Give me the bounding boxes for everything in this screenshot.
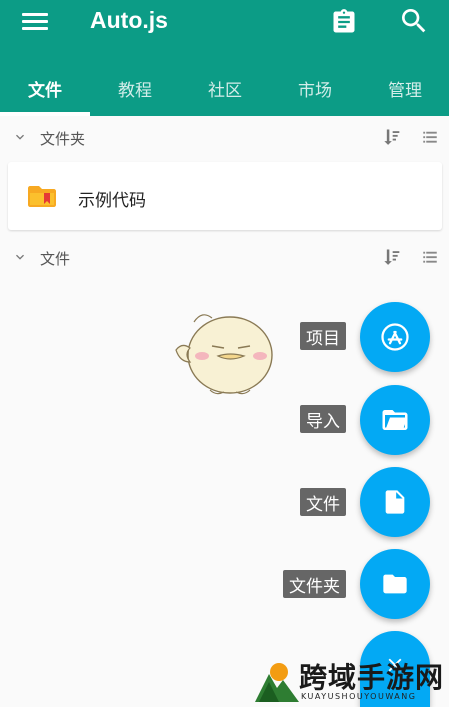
folder-open-icon (382, 410, 408, 430)
app-store-icon (381, 323, 409, 351)
fab-label-folder[interactable]: 文件夹 (283, 570, 346, 598)
chevron-down-icon[interactable] (12, 129, 28, 145)
folders-section-label: 文件夹 (40, 130, 86, 148)
menu-icon[interactable] (22, 9, 48, 35)
tab-manage[interactable]: 管理 (360, 60, 449, 116)
files-section-header[interactable]: 文件 (0, 237, 449, 277)
fab-label-file[interactable]: 文件 (300, 488, 346, 516)
tab-indicator (0, 112, 90, 116)
folder-item[interactable]: 示例代码 (8, 162, 442, 230)
fab-new-file[interactable] (360, 467, 430, 537)
clipboard-icon[interactable] (330, 8, 358, 36)
tab-market[interactable]: 市场 (270, 60, 360, 116)
list-view-icon[interactable] (421, 128, 439, 146)
fab-label-project[interactable]: 项目 (300, 322, 346, 350)
folder-icon (28, 186, 56, 207)
folders-section-header[interactable]: 文件夹 (0, 117, 449, 157)
tab-community[interactable]: 社区 (180, 60, 270, 116)
tab-bar: 文件 教程 社区 市场 管理 (0, 60, 449, 116)
watermark: 跨域手游网 KUAYUSHOUYOUWANG (255, 656, 449, 707)
sort-icon[interactable] (381, 127, 401, 147)
watermark-text: 跨域手游网 (299, 661, 445, 694)
empty-state-mascot (175, 314, 273, 395)
watermark-logo-icon (255, 663, 299, 702)
list-view-icon[interactable] (421, 248, 439, 266)
app-title: Auto.js (90, 7, 168, 33)
file-icon (385, 490, 405, 514)
chevron-down-icon[interactable] (12, 249, 28, 265)
fab-label-import[interactable]: 导入 (300, 405, 346, 433)
fab-new-project[interactable] (360, 302, 430, 372)
files-section-label: 文件 (40, 250, 71, 268)
folder-name: 示例代码 (78, 191, 146, 211)
fab-new-folder[interactable] (360, 549, 430, 619)
watermark-subtext: KUAYUSHOUYOUWANG (301, 692, 417, 701)
sort-icon[interactable] (381, 247, 401, 267)
tab-tutorial[interactable]: 教程 (90, 60, 180, 116)
tab-files[interactable]: 文件 (0, 60, 90, 116)
fab-import[interactable] (360, 385, 430, 455)
app-bar: Auto.js 文件 教程 社区 市场 管理 (0, 0, 449, 116)
search-icon[interactable] (398, 5, 430, 37)
folder-icon (383, 574, 407, 594)
